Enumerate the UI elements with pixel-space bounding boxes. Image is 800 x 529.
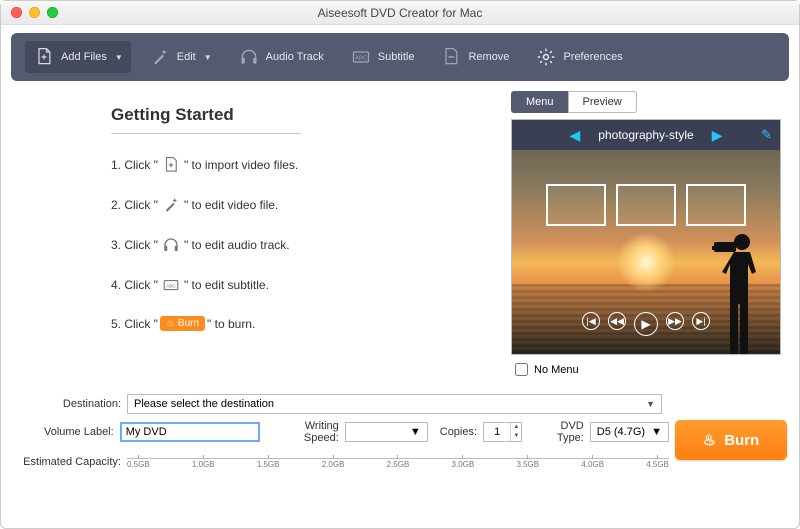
subtitle-icon: ABC [160, 276, 182, 294]
writing-speed-select[interactable]: ▼ [345, 422, 428, 442]
photographer-silhouette [710, 224, 774, 354]
svg-text:ABC: ABC [166, 283, 176, 289]
step-3: 3. Click " " to edit audio track. [111, 236, 481, 254]
step-1: 1. Click " " to import video files. [111, 156, 481, 174]
destination-value: Please select the destination [134, 398, 274, 410]
step-2: 2. Click " " to edit video file. [111, 196, 481, 214]
headphones-icon [238, 47, 260, 67]
step-down-icon[interactable]: ▼ [511, 432, 521, 441]
burn-button-label: Burn [724, 432, 759, 449]
chevron-down-icon: ▼ [646, 399, 655, 409]
dropdown-icon: ▼ [115, 53, 123, 62]
close-window-icon[interactable] [11, 7, 22, 18]
dvd-type-select[interactable]: D5 (4.7G) ▼ [590, 422, 669, 442]
window-controls [11, 7, 58, 18]
copies-stepper[interactable]: 1 ▲▼ [483, 422, 522, 442]
remove-label: Remove [468, 51, 509, 63]
dvd-type-value: D5 (4.7G) [597, 426, 645, 438]
preview-tabs: Menu Preview [511, 91, 789, 113]
writing-speed-label: Writing Speed: [266, 420, 339, 444]
play-button[interactable]: ▶ [634, 312, 658, 336]
volume-label-input[interactable] [120, 422, 260, 442]
dvd-type-label: DVD Type: [528, 420, 583, 444]
menu-thumbnail-frame [546, 184, 606, 226]
destination-label: Destination: [13, 398, 121, 410]
menu-preview-image: |◀ ◀◀ ▶ ▶▶ ▶| [512, 150, 780, 354]
headphones-icon [160, 236, 182, 254]
chevron-down-icon: ▼ [651, 426, 662, 438]
menu-preview-panel: ◀ photography-style ▶ ✎ |◀ ◀◀ [511, 119, 781, 355]
tab-menu[interactable]: Menu [511, 91, 568, 113]
subtitle-button[interactable]: ABC Subtitle [342, 41, 423, 73]
forward-button[interactable]: ▶▶ [666, 312, 684, 330]
no-menu-label: No Menu [534, 364, 579, 376]
flame-icon: ♨ [703, 431, 716, 449]
minimize-window-icon[interactable] [29, 7, 40, 18]
copies-label: Copies: [434, 426, 477, 438]
preferences-label: Preferences [563, 51, 622, 63]
gear-icon [535, 47, 557, 67]
menu-thumbnail-frame [686, 184, 746, 226]
add-files-label: Add Files [61, 51, 107, 63]
next-chapter-button[interactable]: ▶| [692, 312, 710, 330]
flame-icon: ♨ [166, 318, 175, 329]
edit-template-icon[interactable]: ✎ [761, 127, 772, 143]
prev-chapter-button[interactable]: |◀ [582, 312, 600, 330]
getting-started-heading: Getting Started [111, 105, 481, 125]
getting-started-panel: Getting Started 1. Click " " to import v… [11, 87, 493, 378]
estimated-capacity-label: Estimated Capacity: [13, 456, 121, 468]
edit-button[interactable]: Edit ▼ [141, 41, 220, 73]
step-up-icon[interactable]: ▲ [511, 423, 521, 432]
burn-mini-badge: ♨ Burn [160, 316, 205, 331]
destination-select[interactable]: Please select the destination ▼ [127, 394, 662, 414]
menu-thumbnail-frame [616, 184, 676, 226]
prev-template-arrow[interactable]: ◀ [570, 127, 581, 144]
no-menu-checkbox-row[interactable]: No Menu [511, 355, 789, 378]
capacity-scale: 0.5GB 1.0GB 1.5GB 2.0GB 2.5GB 3.0GB 3.5G… [127, 458, 669, 472]
chevron-down-icon: ▼ [410, 426, 421, 438]
volume-label-label: Volume Label: [13, 426, 114, 438]
preferences-button[interactable]: Preferences [527, 41, 630, 73]
add-files-icon [33, 47, 55, 67]
window-title: Aiseesoft DVD Creator for Mac [11, 6, 789, 20]
step-4: 4. Click " ABC " to edit subtitle. [111, 276, 481, 294]
playback-controls: |◀ ◀◀ ▶ ▶▶ ▶| [582, 312, 710, 336]
audio-track-label: Audio Track [266, 51, 324, 63]
tab-preview[interactable]: Preview [568, 91, 637, 113]
divider [111, 133, 301, 134]
subtitle-label: Subtitle [378, 51, 415, 63]
audio-track-button[interactable]: Audio Track [230, 41, 332, 73]
remove-button[interactable]: Remove [432, 41, 517, 73]
svg-text:ABC: ABC [355, 56, 367, 62]
maximize-window-icon[interactable] [47, 7, 58, 18]
dropdown-icon: ▼ [204, 53, 212, 62]
next-template-arrow[interactable]: ▶ [712, 127, 723, 144]
rewind-button[interactable]: ◀◀ [608, 312, 626, 330]
add-files-button[interactable]: Add Files ▼ [25, 41, 131, 73]
copies-value: 1 [484, 426, 510, 438]
burn-button[interactable]: ♨ Burn [675, 420, 787, 460]
burn-settings-panel: Destination: Please select the destinati… [1, 394, 799, 472]
title-bar: Aiseesoft DVD Creator for Mac [1, 1, 799, 25]
main-toolbar: Add Files ▼ Edit ▼ Audio Track ABC Subti… [11, 33, 789, 81]
no-menu-checkbox[interactable] [515, 363, 528, 376]
subtitle-icon: ABC [350, 47, 372, 67]
magic-wand-icon [149, 47, 171, 67]
magic-wand-icon [160, 196, 182, 214]
template-name: photography-style [598, 128, 693, 142]
remove-icon [440, 47, 462, 67]
add-files-icon [160, 156, 182, 174]
menu-template-header: ◀ photography-style ▶ ✎ [512, 120, 780, 150]
step-5: 5. Click " ♨ Burn " to burn. [111, 316, 481, 331]
edit-label: Edit [177, 51, 196, 63]
